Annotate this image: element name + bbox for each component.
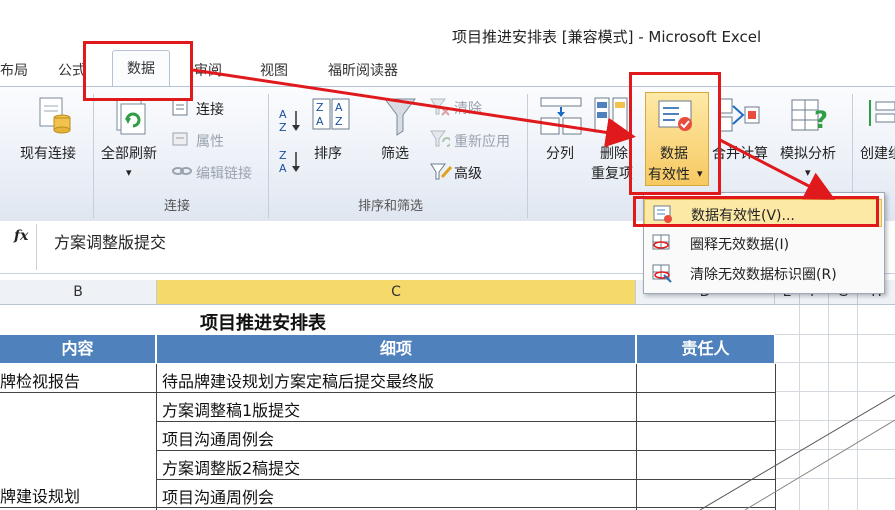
- arrow-to-menu-item: [719, 138, 836, 200]
- arrow-to-data-validation: [192, 68, 636, 148]
- annotation-arrows: [192, 68, 895, 510]
- page-curl-line: [699, 394, 895, 510]
- page-curl-line: [744, 419, 895, 510]
